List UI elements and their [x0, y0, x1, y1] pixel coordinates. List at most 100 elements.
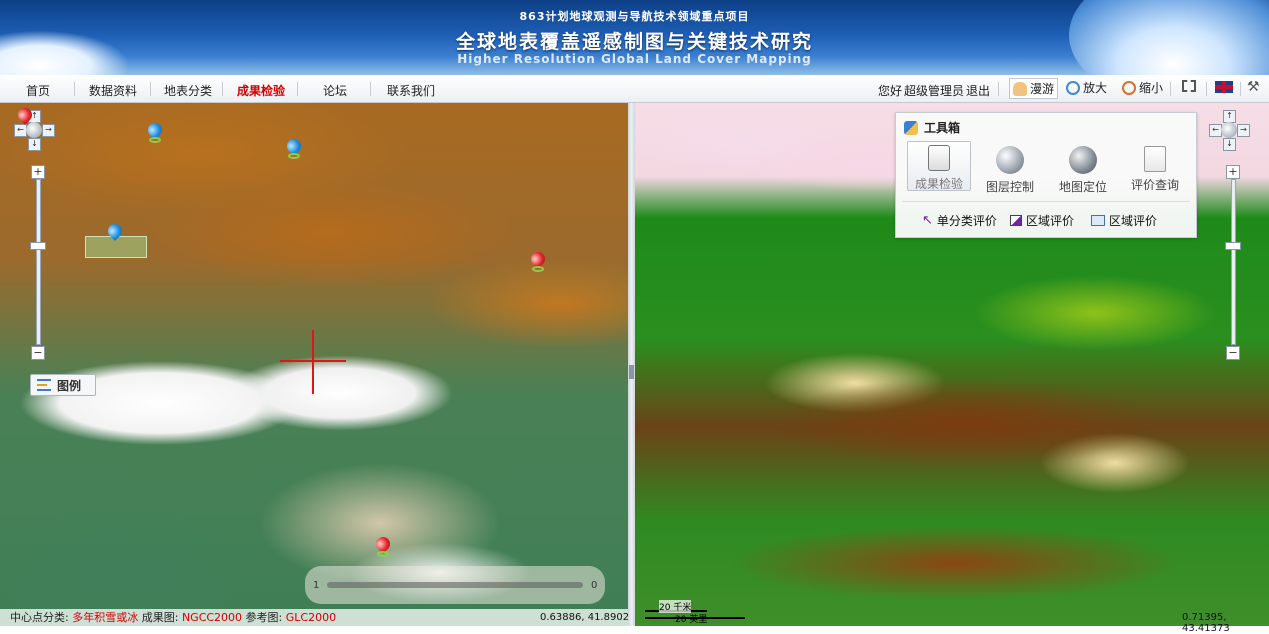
status-bar: 中心点分类: 多年积雪或冰 成果图: NGCC2000 参考图: GLC2000 [0, 609, 628, 626]
result-map-label: 成果图: [141, 611, 179, 624]
timeline-end-label: 0 [591, 580, 598, 591]
full-extent-icon[interactable] [1182, 80, 1196, 92]
nav-contact[interactable]: 联系我们 [387, 82, 435, 99]
magnifier-minus-icon [1122, 80, 1136, 95]
marker-ring [288, 153, 300, 159]
nav-home[interactable]: 首页 [26, 82, 50, 99]
blue-location-marker[interactable] [284, 136, 304, 159]
blue-location-marker[interactable] [145, 120, 165, 143]
toolbar-divider [1170, 82, 1171, 96]
pan-control: ↑ ← → ↓ [1209, 110, 1250, 151]
scale-mile-label: 20 英里 [675, 615, 708, 625]
reference-map-value: GLC2000 [285, 611, 337, 624]
zoom-in-map-button[interactable]: + [1226, 165, 1240, 179]
pan-right-button[interactable]: → [1237, 124, 1250, 137]
timeline-slider[interactable]: 1 0 [305, 566, 605, 604]
center-crosshair-vertical [312, 330, 314, 394]
pan-label: 漫游 [1030, 82, 1055, 96]
center-class-value: 多年积雪或冰 [72, 611, 139, 624]
region-select-icon [1010, 215, 1022, 226]
zoom-out-label: 缩小 [1139, 81, 1164, 95]
map-split-divider[interactable] [628, 103, 635, 626]
document-edit-icon [1144, 146, 1166, 172]
timeline-start-label: 1 [313, 580, 320, 591]
zoom-out-map-button[interactable]: − [31, 346, 45, 360]
blue-location-marker[interactable] [105, 221, 125, 244]
red-location-marker[interactable] [528, 249, 548, 272]
eval-label: 区域评价 [1109, 214, 1158, 228]
banner-title: 全球地表覆盖遥感制图与关键技术研究 [455, 31, 813, 53]
marker-ring [149, 137, 161, 143]
nav-data[interactable]: 数据资料 [89, 82, 137, 99]
zoom-in-map-button[interactable]: + [31, 165, 45, 179]
toolbar-divider [1240, 82, 1241, 96]
main-nav: 首页 数据资料 地表分类 成果检验 论坛 联系我们 您好 超级管理员 退出 漫游… [0, 75, 1269, 103]
pan-right-button[interactable]: → [42, 124, 55, 137]
red-location-marker[interactable] [373, 534, 393, 557]
result-map-value: NGCC2000 [181, 611, 243, 624]
nav-divider [150, 82, 151, 96]
legend-icon [37, 379, 51, 391]
pan-down-button[interactable]: ↓ [1223, 138, 1236, 151]
toolbar-divider [998, 82, 999, 96]
tool-label: 地图定位 [1058, 180, 1107, 194]
layers-globe-icon [996, 146, 1024, 174]
zoom-slider-track[interactable] [36, 179, 41, 345]
zoom-slider-thumb[interactable] [30, 242, 46, 250]
zoom-slider-track[interactable] [1231, 179, 1236, 345]
toolbox-divider [902, 201, 1190, 202]
left-map-pane[interactable]: ↑ ← → ↓ + − 图例 1 0 [0, 103, 628, 626]
tool-label: 成果检验 [914, 177, 963, 191]
logout-link[interactable]: 退出 [966, 82, 990, 99]
username: 超级管理员 [904, 84, 965, 98]
nav-classification[interactable]: 地表分类 [164, 82, 212, 99]
toolbar-divider [1206, 82, 1207, 96]
uk-flag-icon[interactable] [1215, 81, 1233, 93]
legend-label: 图例 [57, 378, 82, 393]
site-banner: 863计划地球观测与导航技术领域重点项目 全球地表覆盖遥感制图与关键技术研究 H… [0, 0, 1269, 75]
nav-divider [222, 82, 223, 96]
center-class-label: 中心点分类: [10, 611, 69, 624]
timeline-track[interactable] [327, 582, 583, 588]
region-eval-button[interactable]: 区域评价 [1010, 212, 1074, 229]
red-location-marker[interactable] [15, 105, 35, 128]
tools-icon[interactable]: ⚒ [1247, 79, 1260, 95]
marker-ring [377, 551, 389, 557]
pan-down-button[interactable]: ↓ [28, 138, 41, 151]
toolbox-header: 工具箱 [904, 119, 960, 136]
pan-center-globe-icon[interactable] [1221, 122, 1237, 138]
eval-label: 单分类评价 [936, 214, 997, 228]
zoom-in-label: 放大 [1083, 81, 1108, 95]
marker-head [105, 221, 125, 241]
zoom-slider-thumb[interactable] [1225, 242, 1241, 250]
nav-forum[interactable]: 论坛 [323, 82, 347, 99]
zoom-out-button[interactable]: 缩小 [1122, 79, 1163, 96]
reference-map-label: 参考图: [245, 611, 283, 624]
scale-bar: 20 千米 20 英里 [645, 600, 745, 625]
globe-locate-icon [1069, 146, 1097, 174]
left-coordinate-readout: 0.63886, 41.89023 [540, 612, 636, 623]
marker-ring [532, 266, 544, 272]
region-eval-rect-button[interactable]: 区域评价 [1091, 212, 1157, 229]
tool-validation[interactable]: 成果检验 [907, 141, 971, 191]
pan-button[interactable]: 漫游 [1009, 78, 1059, 99]
toolbox-title: 工具箱 [924, 121, 961, 135]
banner-title-en: Higher Resolution Global Land Cover Mapp… [457, 52, 812, 66]
marker-head [15, 105, 35, 125]
tool-layer-control[interactable]: 图层控制 [979, 143, 1041, 195]
magnifier-plus-icon [1066, 80, 1080, 95]
collapse-arrow-icon[interactable] [629, 365, 634, 379]
legend-button[interactable]: 图例 [30, 374, 96, 396]
tool-label: 评价查询 [1130, 178, 1179, 192]
zoom-in-button[interactable]: 放大 [1066, 79, 1107, 96]
greeting-text: 您好 [878, 84, 903, 98]
pointer-icon: ↖ [922, 213, 933, 228]
nav-divider [297, 82, 298, 96]
nav-validation[interactable]: 成果检验 [237, 82, 285, 99]
rectangle-icon [1091, 215, 1105, 226]
banner-subtitle: 863计划地球观测与导航技术领域重点项目 [519, 10, 750, 23]
single-class-eval-button[interactable]: ↖ 单分类评价 [922, 212, 997, 229]
tool-map-locate[interactable]: 地图定位 [1052, 143, 1114, 195]
zoom-out-map-button[interactable]: − [1226, 346, 1240, 360]
tool-eval-query[interactable]: 评价查询 [1124, 143, 1186, 193]
